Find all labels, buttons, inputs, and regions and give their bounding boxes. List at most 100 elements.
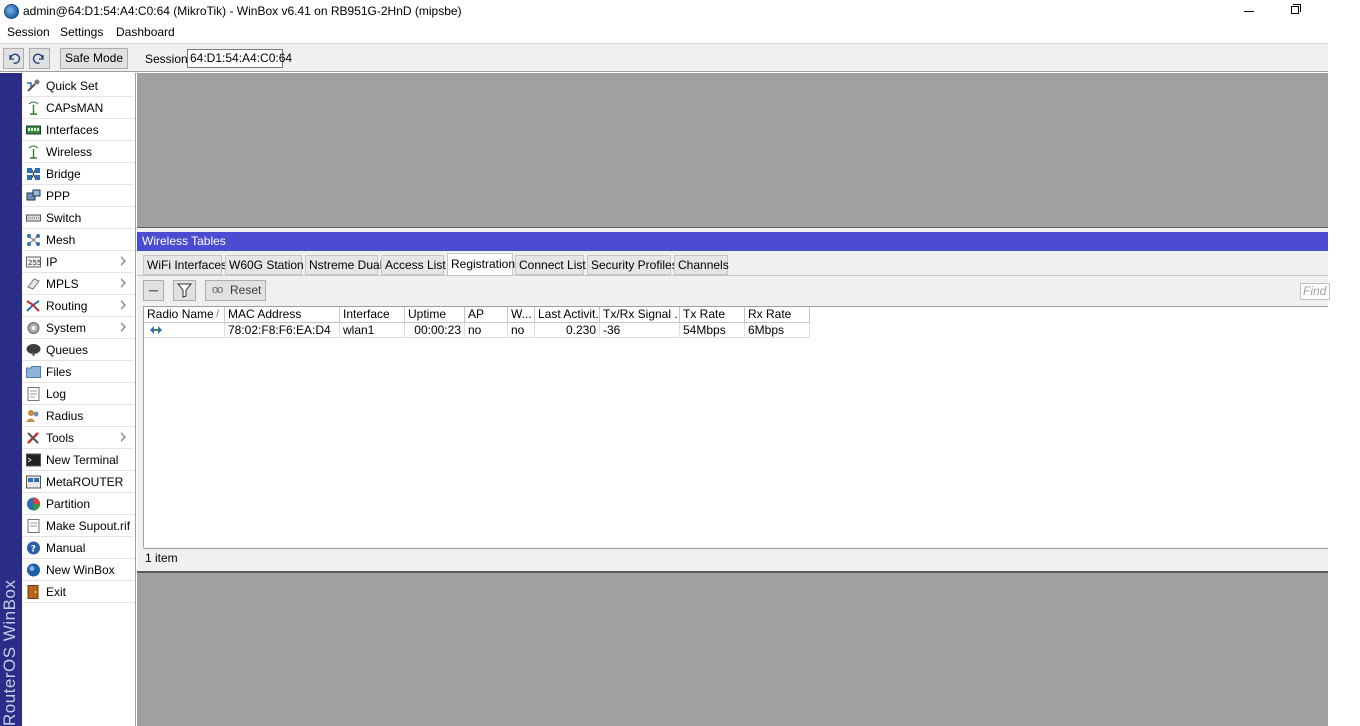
metarouter-icon bbox=[26, 475, 41, 489]
sidebar-item-make-supout-rif[interactable]: Make Supout.rif bbox=[22, 515, 134, 537]
title-bar: admin@64:D1:54:A4:C0:64 (MikroTik) - Win… bbox=[0, 0, 1360, 24]
tab-connect-list[interactable]: Connect List bbox=[515, 255, 586, 275]
column-header-tx-rate[interactable]: Tx Rate bbox=[680, 307, 745, 323]
sidebar-item-queues[interactable]: Queues bbox=[22, 339, 134, 361]
undo-button[interactable] bbox=[3, 48, 24, 69]
sidebar-item-label: New WinBox bbox=[46, 563, 115, 577]
cell-ap: no bbox=[465, 323, 508, 338]
routing-icon bbox=[26, 299, 41, 313]
menu-session[interactable]: Session bbox=[7, 25, 50, 39]
sidebar-item-label: New Terminal bbox=[46, 453, 119, 467]
mesh-icon bbox=[26, 233, 41, 247]
system-icon bbox=[26, 321, 41, 335]
column-header-rx-rate[interactable]: Rx Rate bbox=[745, 307, 810, 323]
tab-security-profiles[interactable]: Security Profiles bbox=[587, 255, 678, 275]
sidebar-item-label: Manual bbox=[46, 541, 86, 555]
sidebar-item-tools[interactable]: Tools bbox=[22, 427, 134, 449]
find-input[interactable]: Find bbox=[1300, 283, 1330, 300]
session-field[interactable]: 64:D1:54:A4:C0:64 bbox=[187, 49, 292, 68]
window-title: admin@64:D1:54:A4:C0:64 (MikroTik) - Win… bbox=[23, 4, 462, 18]
wireless-tables-window: Wireless Tables WiFi Interfaces W60G Sta… bbox=[137, 227, 1330, 573]
reset-button[interactable]: oo Reset bbox=[205, 280, 266, 301]
sidebar-item-label: Files bbox=[46, 365, 72, 379]
interfaces-icon bbox=[26, 123, 41, 137]
cell-rx-rate: 6Mbps bbox=[745, 323, 810, 338]
brand-text: RouterOS WinBox bbox=[0, 579, 19, 726]
ppp-icon bbox=[26, 189, 41, 203]
sidebar-item-label: Radius bbox=[46, 409, 84, 423]
sidebar-item-interfaces[interactable]: Interfaces bbox=[22, 119, 134, 141]
filter-button[interactable] bbox=[173, 280, 196, 301]
sidebar-item-quick-set[interactable]: Quick Set bbox=[22, 75, 134, 97]
tab-wifi-interfaces[interactable]: WiFi Interfaces bbox=[143, 255, 227, 275]
column-header-ap[interactable]: AP bbox=[465, 307, 508, 323]
sidebar-item-routing[interactable]: Routing bbox=[22, 295, 134, 317]
sidebar-item-capsman[interactable]: CAPsMAN bbox=[22, 97, 134, 119]
sidebar-item-radius[interactable]: Radius bbox=[22, 405, 134, 427]
column-header-interface[interactable]: Interface bbox=[340, 307, 405, 323]
column-header-signal[interactable]: Tx/Rx Signal ... bbox=[600, 307, 680, 323]
quick-set-icon bbox=[26, 79, 41, 93]
reset-counter-icon: oo bbox=[212, 284, 223, 296]
registered-client-icon bbox=[150, 326, 162, 334]
tab-registration[interactable]: Registration bbox=[447, 253, 515, 275]
submenu-arrow-icon bbox=[120, 278, 126, 288]
sidebar-item-label: Tools bbox=[46, 431, 75, 445]
cell-wds: no bbox=[508, 323, 535, 338]
column-header-mac-address[interactable]: MAC Address bbox=[225, 307, 340, 323]
sidebar-item-bridge[interactable]: Bridge bbox=[22, 163, 134, 185]
sidebar-item-files[interactable]: Files bbox=[22, 361, 134, 383]
tab-nstreme-dual[interactable]: Nstreme Dual bbox=[305, 255, 382, 275]
sidebar-item-label: IP bbox=[46, 255, 58, 269]
supout-icon bbox=[26, 519, 41, 533]
submenu-arrow-icon bbox=[120, 322, 126, 332]
sidebar-item-label: Routing bbox=[46, 299, 88, 313]
sidebar-item-new-terminal[interactable]: New Terminal bbox=[22, 449, 134, 471]
column-header-wds[interactable]: W... bbox=[508, 307, 535, 323]
menu-dashboard[interactable]: Dashboard bbox=[116, 25, 175, 39]
sidebar-item-wireless[interactable]: Wireless bbox=[22, 141, 134, 163]
sort-indicator-icon: / bbox=[216, 309, 219, 320]
cell-signal: -36 bbox=[600, 323, 680, 338]
sidebar-item-ip[interactable]: 255 IP bbox=[22, 251, 134, 273]
redo-button[interactable] bbox=[29, 48, 50, 69]
sidebar-item-exit[interactable]: Exit bbox=[22, 581, 134, 603]
remove-button[interactable] bbox=[143, 280, 164, 301]
column-header-last-activity[interactable]: Last Activit... bbox=[535, 307, 600, 323]
sidebar-item-label: CAPsMAN bbox=[46, 101, 104, 115]
sidebar-item-ppp[interactable]: PPP bbox=[22, 185, 134, 207]
tab-channels[interactable]: Channels bbox=[674, 255, 729, 275]
column-header-radio-name[interactable]: Radio Name / bbox=[144, 307, 225, 323]
sidebar-item-mesh[interactable]: Mesh bbox=[22, 229, 134, 251]
svg-text:?: ? bbox=[31, 545, 36, 555]
switch-icon bbox=[26, 211, 41, 225]
restore-button[interactable] bbox=[1272, 0, 1318, 24]
sidebar-item-metarouter[interactable]: MetaROUTER bbox=[22, 471, 134, 493]
files-icon bbox=[26, 365, 41, 379]
window-title-bar[interactable]: Wireless Tables bbox=[137, 232, 1328, 251]
sidebar-item-label: Interfaces bbox=[46, 123, 99, 137]
menu-settings[interactable]: Settings bbox=[60, 25, 103, 39]
cell-radio-name bbox=[144, 323, 225, 338]
mpls-icon bbox=[26, 277, 41, 291]
sidebar-item-label: Bridge bbox=[46, 167, 81, 181]
tab-access-list[interactable]: Access List bbox=[381, 255, 446, 275]
column-header-uptime[interactable]: Uptime bbox=[405, 307, 465, 323]
filter-icon bbox=[176, 283, 193, 298]
cell-tx-rate: 54Mbps bbox=[680, 323, 745, 338]
sidebar-item-system[interactable]: System bbox=[22, 317, 134, 339]
bridge-icon bbox=[26, 167, 41, 181]
sidebar-item-label: System bbox=[46, 321, 87, 335]
sidebar-item-partition[interactable]: Partition bbox=[22, 493, 134, 515]
sidebar-item-log[interactable]: Log bbox=[22, 383, 134, 405]
sidebar-item-switch[interactable]: Switch bbox=[22, 207, 134, 229]
status-bar: 1 item bbox=[143, 548, 1328, 568]
safe-mode-button[interactable]: Safe Mode bbox=[60, 48, 128, 69]
sidebar-item-new-winbox[interactable]: New WinBox bbox=[22, 559, 134, 581]
tab-w60g-station[interactable]: W60G Station bbox=[225, 255, 304, 275]
submenu-arrow-icon bbox=[120, 256, 126, 266]
registration-table: Radio Name / MAC Address Interface Uptime… bbox=[143, 306, 1328, 547]
sidebar-item-manual[interactable]: ? Manual bbox=[22, 537, 134, 559]
sidebar-item-mpls[interactable]: MPLS bbox=[22, 273, 134, 295]
minimize-button[interactable] bbox=[1226, 0, 1272, 24]
